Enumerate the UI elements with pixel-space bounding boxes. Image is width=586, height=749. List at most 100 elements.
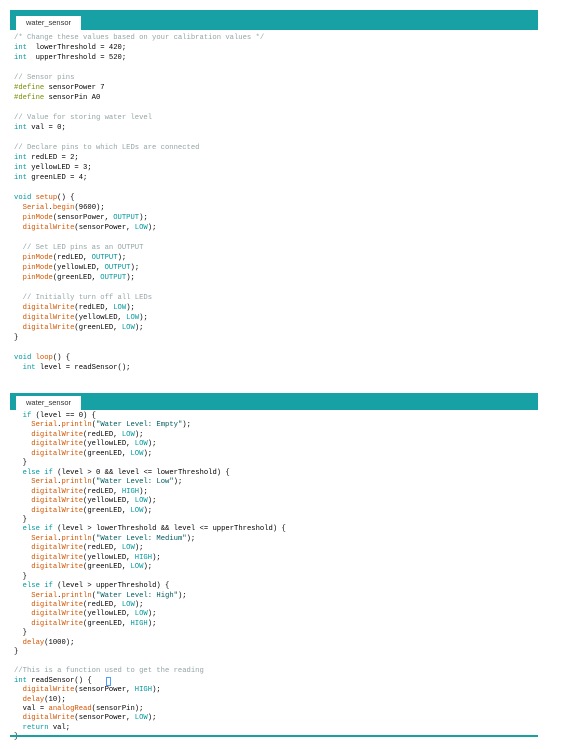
code-line[interactable]: } bbox=[14, 573, 27, 582]
code-token: digitalWrite bbox=[22, 686, 75, 695]
code-line[interactable]: delay(1000); bbox=[14, 639, 75, 648]
code-line[interactable]: pinMode(redLED, OUTPUT); bbox=[14, 254, 127, 263]
code-line[interactable]: digitalWrite(redLED, LOW); bbox=[14, 601, 143, 610]
code-line[interactable]: Serial.println("Water Level: Empty"); bbox=[14, 421, 191, 430]
code-line[interactable]: } bbox=[14, 629, 27, 638]
code-line[interactable]: void loop() { bbox=[14, 354, 70, 363]
code-line[interactable]: // Declare pins to which LEDs are connec… bbox=[14, 144, 199, 153]
code-token: void bbox=[14, 194, 32, 202]
code-token: LOW bbox=[113, 304, 127, 312]
code-token: (10); bbox=[44, 695, 66, 704]
code-token: digitalWrite bbox=[31, 440, 84, 449]
code-line[interactable]: digitalWrite(sensorPower, LOW); bbox=[14, 714, 157, 723]
code-line[interactable]: int lowerThreshold = 420; bbox=[14, 44, 126, 53]
code-area[interactable]: /* Change these values based on your cal… bbox=[10, 30, 538, 380]
code-line[interactable]: pinMode(sensorPower, OUTPUT); bbox=[14, 214, 148, 223]
code-line[interactable]: // Value for storing water level bbox=[14, 114, 152, 123]
code-line[interactable]: // Set LED pins as an OUTPUT bbox=[14, 244, 144, 253]
code-line[interactable]: digitalWrite(redLED, LOW); bbox=[14, 431, 143, 440]
code-token: if bbox=[44, 582, 53, 591]
code-line[interactable]: int level = readSensor(); bbox=[14, 364, 131, 373]
code-line[interactable]: digitalWrite(yellowLED, LOW); bbox=[14, 610, 156, 619]
code-line[interactable]: else if (level > lowerThreshold && level… bbox=[14, 525, 286, 534]
code-line[interactable]: #define sensorPower 7 bbox=[14, 84, 105, 93]
code-line[interactable]: //This is a function used to get the rea… bbox=[14, 667, 204, 676]
code-line[interactable]: digitalWrite(greenLED, LOW); bbox=[14, 450, 152, 459]
code-line[interactable]: int val = 0; bbox=[14, 124, 66, 133]
code-token: digitalWrite bbox=[31, 487, 84, 496]
code-line[interactable]: Serial.begin(9600); bbox=[14, 204, 105, 213]
code-line[interactable]: digitalWrite(greenLED, LOW); bbox=[14, 507, 152, 516]
code-area[interactable]: if (level == 0) { Serial.println("Water … bbox=[10, 410, 538, 741]
code-token: LOW bbox=[134, 610, 148, 619]
code-line[interactable]: digitalWrite(greenLED, HIGH); bbox=[14, 620, 156, 629]
code-line[interactable]: digitalWrite(redLED, LOW); bbox=[14, 304, 135, 313]
code-line[interactable]: else if (level > upperThreshold) { bbox=[14, 582, 170, 591]
code-line[interactable]: digitalWrite(sensorPower, HIGH); bbox=[14, 686, 161, 695]
code-line[interactable]: /* Change these values based on your cal… bbox=[14, 34, 264, 43]
code-token: ); bbox=[143, 449, 153, 458]
tab-water-sensor[interactable]: water_sensor bbox=[16, 16, 82, 30]
code-token: HIGH bbox=[134, 553, 153, 562]
code-line[interactable]: pinMode(greenLED, OUTPUT); bbox=[14, 274, 135, 283]
code-token: val = 0; bbox=[26, 124, 66, 132]
code-line[interactable]: } bbox=[14, 648, 18, 657]
code-token: println bbox=[61, 591, 92, 600]
code-token: LOW bbox=[130, 563, 144, 572]
code-line[interactable]: // Initially turn off all LEDs bbox=[14, 294, 152, 303]
code-line[interactable]: delay(10); bbox=[14, 696, 66, 705]
code-line[interactable]: digitalWrite(yellowLED, LOW); bbox=[14, 440, 156, 449]
code-line[interactable]: } bbox=[14, 334, 18, 343]
code-token: (yellowLED, bbox=[83, 497, 135, 506]
code-line[interactable]: #define sensorPin A0 bbox=[14, 94, 100, 103]
code-line[interactable]: if (level == 0) { bbox=[14, 412, 96, 421]
code-line[interactable]: return val; bbox=[14, 724, 70, 733]
code-line[interactable]: int yellowLED = 3; bbox=[14, 164, 92, 173]
code-line[interactable]: pinMode(yellowLED, OUTPUT); bbox=[14, 264, 140, 273]
code-line[interactable]: void setup() { bbox=[14, 194, 74, 203]
code-line[interactable]: digitalWrite(sensorPower, LOW); bbox=[14, 224, 157, 233]
code-line[interactable]: digitalWrite(redLED, HIGH); bbox=[14, 488, 148, 497]
code-token: LOW bbox=[134, 714, 148, 723]
code-token: () { bbox=[57, 194, 75, 202]
code-line[interactable]: else if (level > 0 && level <= lowerThre… bbox=[14, 469, 230, 478]
code-token: else bbox=[22, 468, 40, 477]
code-line[interactable]: int greenLED = 4; bbox=[14, 174, 87, 183]
code-token: (level > lowerThreshold && level <= uppe… bbox=[52, 525, 286, 534]
code-token: HIGH bbox=[130, 619, 148, 628]
code-token: HIGH bbox=[121, 487, 140, 496]
code-line[interactable]: // Sensor pins bbox=[14, 74, 74, 83]
code-line[interactable]: } bbox=[14, 516, 27, 525]
code-token: Serial bbox=[22, 204, 49, 212]
code-token: pinMode bbox=[22, 264, 53, 272]
code-line[interactable]: Serial.println("Water Level: High"); bbox=[14, 591, 186, 601]
code-line[interactable]: Serial.println("Water Level: Low"); bbox=[14, 478, 182, 487]
code-token: (yellowLED, bbox=[83, 440, 135, 449]
code-line[interactable]: digitalWrite(redLED, LOW); bbox=[14, 544, 143, 553]
code-token: ); bbox=[130, 264, 140, 272]
code-line[interactable]: digitalWrite(greenLED, LOW); bbox=[14, 563, 152, 572]
code-line[interactable]: Serial.println("Water Level: Medium"); bbox=[14, 535, 195, 544]
code-line[interactable]: val = analogRead(sensorPin); bbox=[14, 705, 144, 714]
code-line[interactable]: digitalWrite(yellowLED, LOW); bbox=[14, 314, 148, 323]
code-line[interactable]: int upperThreshold = 520; bbox=[14, 54, 126, 63]
code-line[interactable]: digitalWrite(greenLED, LOW); bbox=[14, 324, 144, 333]
code-line[interactable]: int redLED = 2; bbox=[14, 154, 79, 163]
code-token: loop bbox=[35, 354, 53, 362]
code-line[interactable]: int readSensor() { bbox=[14, 676, 111, 686]
code-token: ); bbox=[147, 440, 157, 449]
code-line[interactable]: digitalWrite(yellowLED, HIGH); bbox=[14, 553, 160, 563]
code-token: (greenLED, bbox=[83, 449, 131, 458]
code-line[interactable]: } bbox=[14, 459, 27, 468]
code-line[interactable]: digitalWrite(yellowLED, LOW); bbox=[14, 497, 156, 506]
tab-water-sensor[interactable]: water_sensor bbox=[16, 396, 82, 410]
editor-pane-1[interactable]: water_sensor /* Change these values base… bbox=[10, 10, 538, 380]
editor-pane-2[interactable]: water_sensor if (level == 0) { Serial.pr… bbox=[10, 393, 538, 741]
